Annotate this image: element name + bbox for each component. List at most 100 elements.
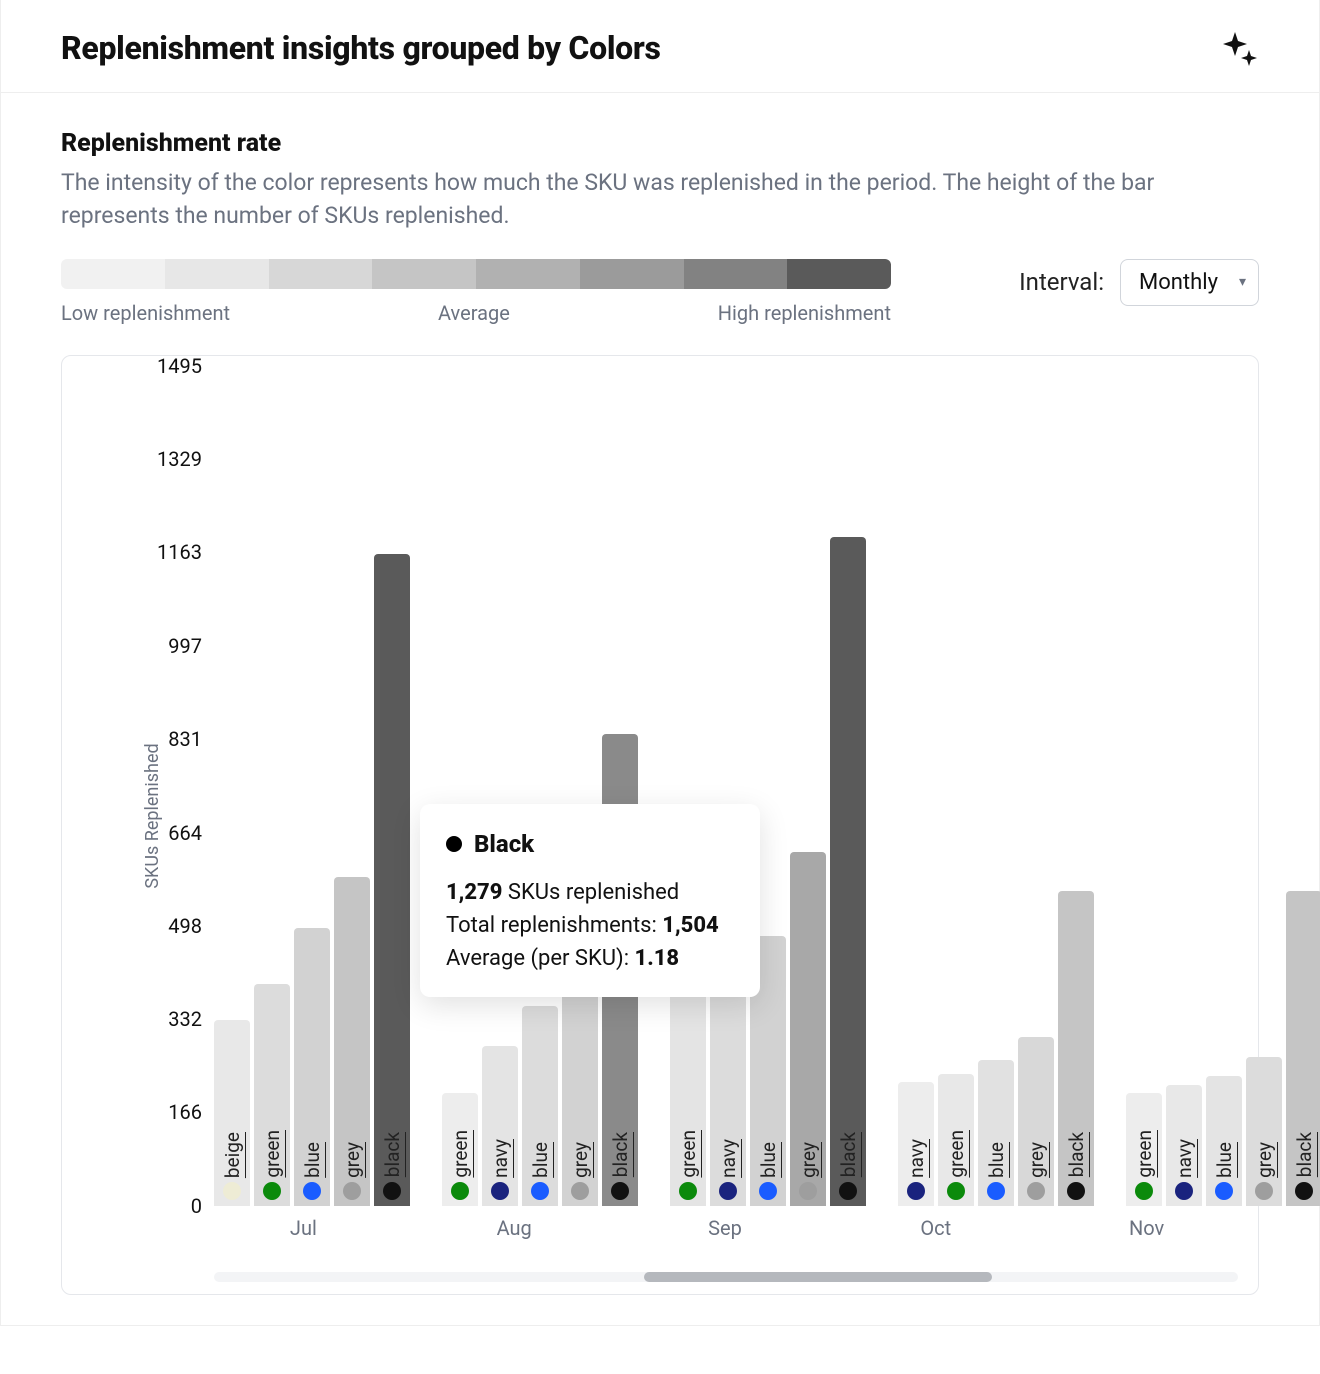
bar-label: blue bbox=[301, 1142, 324, 1178]
bar-label: green bbox=[677, 1130, 700, 1178]
color-swatch-icon bbox=[1255, 1182, 1273, 1200]
bar-blue[interactable]: blue bbox=[294, 928, 330, 1206]
bar-grey[interactable]: grey bbox=[562, 973, 598, 1206]
bar-blue[interactable]: blue bbox=[522, 1006, 558, 1205]
bar-green[interactable]: green bbox=[442, 1093, 478, 1205]
interval-select[interactable]: Monthly ▾ bbox=[1120, 259, 1259, 306]
color-swatch-icon bbox=[759, 1182, 777, 1200]
card-header: Replenishment insights grouped by Colors bbox=[1, 0, 1319, 93]
legend-mid: Average bbox=[438, 301, 510, 325]
bar-black[interactable]: black bbox=[1058, 891, 1094, 1206]
color-swatch-icon bbox=[1175, 1182, 1193, 1200]
y-tick: 1329 bbox=[112, 447, 202, 471]
y-tick: 498 bbox=[112, 914, 202, 938]
color-swatch-icon bbox=[383, 1182, 401, 1200]
x-tick: Sep bbox=[636, 1216, 815, 1240]
bar-blue[interactable]: blue bbox=[978, 1060, 1014, 1206]
color-swatch-icon bbox=[531, 1182, 549, 1200]
y-tick: 997 bbox=[112, 634, 202, 658]
gradient-labels: Low replenishment Average High replenish… bbox=[61, 301, 891, 325]
legend-low: Low replenishment bbox=[61, 301, 230, 325]
bar-label: black bbox=[609, 1132, 632, 1177]
gradient-step bbox=[684, 259, 788, 289]
tooltip-skus-value: 1,279 bbox=[446, 880, 502, 905]
gradient-step bbox=[372, 259, 476, 289]
color-swatch-icon bbox=[491, 1182, 509, 1200]
tooltip-avg-label: Average (per SKU): bbox=[446, 946, 629, 971]
bar-label: blue bbox=[757, 1142, 780, 1178]
color-swatch-icon bbox=[1027, 1182, 1045, 1200]
color-swatch-icon bbox=[611, 1182, 629, 1200]
bar-beige[interactable]: beige bbox=[214, 1020, 250, 1205]
month-group: beige green blue greyblack bbox=[214, 554, 410, 1206]
bar-label: blue bbox=[985, 1142, 1008, 1178]
bar-label: navy bbox=[489, 1139, 512, 1178]
gradient-step bbox=[269, 259, 373, 289]
y-tick: 664 bbox=[112, 821, 202, 845]
scroll-thumb[interactable] bbox=[644, 1272, 992, 1282]
chart-area: SKUs Replenished 01663324986648319971163… bbox=[74, 366, 1246, 1266]
interval-control: Interval: Monthly ▾ bbox=[1019, 259, 1259, 306]
y-tick: 1495 bbox=[112, 354, 202, 378]
insights-card: Replenishment insights grouped by Colors… bbox=[0, 0, 1320, 1326]
y-ticks: 0166332498664831997116313291495 bbox=[112, 366, 202, 1206]
sparkle-icon[interactable] bbox=[1219, 28, 1259, 68]
bar-grey[interactable]: grey bbox=[790, 852, 826, 1206]
bar-green[interactable]: green bbox=[670, 992, 706, 1206]
color-swatch-icon bbox=[947, 1182, 965, 1200]
bar-green[interactable]: green bbox=[938, 1074, 974, 1206]
tooltip-total-label: Total replenishments: bbox=[446, 913, 657, 938]
tooltip-total-value: 1,504 bbox=[662, 913, 718, 938]
color-swatch-icon bbox=[1067, 1182, 1085, 1200]
color-swatch-icon bbox=[1135, 1182, 1153, 1200]
gradient-scale bbox=[61, 259, 891, 289]
bar-black[interactable]: black bbox=[374, 554, 410, 1206]
bar-black[interactable]: black bbox=[830, 537, 866, 1206]
page-title: Replenishment insights grouped by Colors bbox=[61, 29, 661, 67]
month-group: greennavy blue grey black bbox=[1126, 891, 1320, 1206]
color-swatch-icon bbox=[987, 1182, 1005, 1200]
gradient-step bbox=[580, 259, 684, 289]
x-tick: Nov bbox=[1057, 1216, 1236, 1240]
tooltip-line-total: Total replenishments: 1,504 bbox=[446, 909, 734, 942]
bar-label: grey bbox=[1025, 1142, 1048, 1178]
bar-label: black bbox=[1293, 1132, 1316, 1177]
color-swatch-icon bbox=[1215, 1182, 1233, 1200]
section-title: Replenishment rate bbox=[61, 129, 1259, 158]
bar-navy[interactable]: navy bbox=[482, 1046, 518, 1206]
gradient-step bbox=[476, 259, 580, 289]
tooltip-dot-icon bbox=[446, 836, 462, 852]
chevron-down-icon: ▾ bbox=[1239, 274, 1246, 290]
bar-navy[interactable]: navy bbox=[898, 1082, 934, 1206]
color-swatch-icon bbox=[719, 1182, 737, 1200]
horizontal-scrollbar[interactable] bbox=[214, 1272, 1238, 1282]
color-swatch-icon bbox=[571, 1182, 589, 1200]
bar-label: blue bbox=[1213, 1142, 1236, 1178]
bar-label: beige bbox=[221, 1132, 244, 1178]
tooltip-avg-value: 1.18 bbox=[635, 946, 680, 971]
color-swatch-icon bbox=[839, 1182, 857, 1200]
gradient-step bbox=[787, 259, 891, 289]
bar-grey[interactable]: grey bbox=[1018, 1037, 1054, 1206]
plot[interactable]: beigegreenbluegreyblackgreennavybluegrey… bbox=[214, 366, 1236, 1206]
section-description: The intensity of the color represents ho… bbox=[61, 166, 1259, 233]
color-swatch-icon bbox=[451, 1182, 469, 1200]
bar-black[interactable]: black bbox=[1286, 891, 1320, 1206]
legend-high: High replenishment bbox=[718, 301, 891, 325]
y-tick: 831 bbox=[112, 727, 202, 751]
bar-label: blue bbox=[529, 1142, 552, 1178]
bar-grey[interactable]: grey bbox=[1246, 1057, 1282, 1206]
legend-row: Low replenishment Average High replenish… bbox=[61, 259, 1259, 325]
x-tick: Aug bbox=[425, 1216, 604, 1240]
bar-label: green bbox=[261, 1130, 284, 1178]
bar-green[interactable]: green bbox=[254, 984, 290, 1206]
color-swatch-icon bbox=[263, 1182, 281, 1200]
bar-grey[interactable]: grey bbox=[334, 877, 370, 1206]
bar-label: grey bbox=[569, 1142, 592, 1178]
bar-green[interactable]: green bbox=[1126, 1093, 1162, 1205]
tooltip-color-name: Black bbox=[474, 826, 534, 862]
bar-navy[interactable]: navy bbox=[1166, 1085, 1202, 1206]
bar-blue[interactable]: blue bbox=[1206, 1076, 1242, 1205]
color-swatch-icon bbox=[1295, 1182, 1313, 1200]
bar-label: black bbox=[1065, 1132, 1088, 1177]
